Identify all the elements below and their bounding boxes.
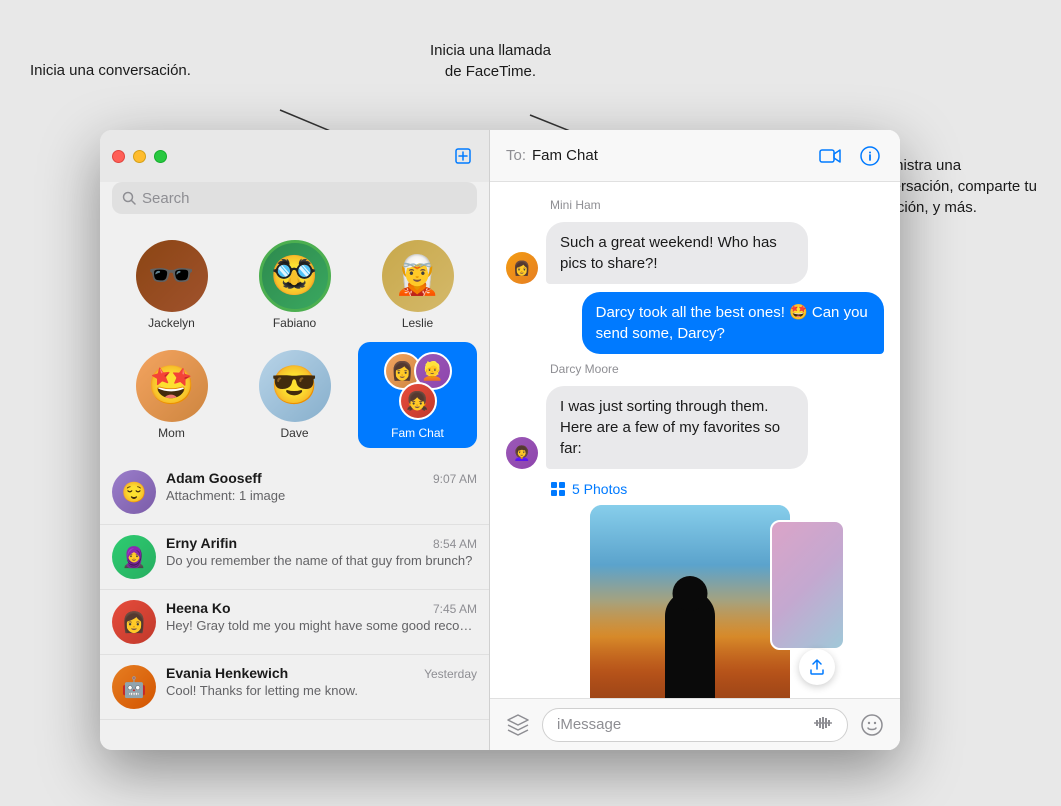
search-placeholder: Search: [142, 190, 190, 207]
avatar-evania: 🤖: [112, 665, 156, 709]
message-input[interactable]: iMessage: [542, 708, 848, 742]
contact-name-fabiano: Fabiano: [273, 316, 316, 330]
conv-preview-erny: Do you remember the name of that guy fro…: [166, 553, 477, 568]
maximize-button[interactable]: [154, 150, 167, 163]
message-bubble-2: Darcy took all the best ones! 🤩 Can you …: [582, 292, 884, 354]
message-row-3: 👩‍🦱 I was just sorting through them. Her…: [506, 386, 808, 469]
avatar-dave: 😎: [259, 350, 331, 422]
minimize-button[interactable]: [133, 150, 146, 163]
conv-time-heena: 7:45 AM: [433, 602, 477, 616]
conv-preview-evania: Cool! Thanks for letting me know.: [166, 683, 477, 698]
conv-time-evania: Yesterday: [424, 667, 477, 681]
avatar-adam: 😌: [112, 470, 156, 514]
conversation-item-adam[interactable]: 😌 Adam Gooseff 9:07 AM Attachment: 1 ima…: [100, 460, 489, 525]
sender-label-miniham: Mini Ham: [550, 198, 884, 212]
traffic-lights: [112, 150, 167, 163]
pinned-contact-mom[interactable]: 🤩 Mom: [112, 342, 231, 448]
msg-avatar-darcy: 👩‍🦱: [506, 437, 538, 469]
chat-to-section: To: Fam Chat: [506, 147, 598, 164]
apps-button[interactable]: [502, 709, 534, 741]
search-icon: [122, 191, 136, 205]
chat-conversation-name: Fam Chat: [532, 147, 598, 164]
message-row-2: Darcy took all the best ones! 🤩 Can you …: [582, 292, 884, 354]
share-button[interactable]: [799, 649, 835, 685]
conv-time-erny: 8:54 AM: [433, 537, 477, 551]
input-bar: iMessage: [490, 698, 900, 750]
conv-name-evania: Evania Henkewich: [166, 665, 288, 681]
sidebar: Search 🕶️ Jackelyn 🥸 Fabiano 🧝 Lesl: [100, 130, 490, 750]
photos-grid-icon: [550, 481, 566, 497]
facetime-button[interactable]: [816, 142, 844, 170]
conv-time-adam: 9:07 AM: [433, 472, 477, 486]
pinned-contact-famchat[interactable]: 👩 👱 👧 Fam Chat: [358, 342, 477, 448]
compose-button[interactable]: [449, 142, 477, 170]
avatar-erny: 🧕: [112, 535, 156, 579]
darcy-avatar-spacer: [550, 505, 582, 537]
avatar-fabiano: 🥸: [259, 240, 331, 312]
avatar-heena: 👩: [112, 600, 156, 644]
avatar-leslie: 🧝: [382, 240, 454, 312]
msg-avatar-miniham: 👩: [506, 252, 538, 284]
sender-label-darcy: Darcy Moore: [550, 362, 884, 376]
close-button[interactable]: [112, 150, 125, 163]
avatar-mom: 🤩: [136, 350, 208, 422]
app-window: Search 🕶️ Jackelyn 🥸 Fabiano 🧝 Lesl: [100, 130, 900, 750]
search-bar[interactable]: Search: [112, 182, 477, 214]
conv-preview-heena: Hey! Gray told me you might have some go…: [166, 618, 477, 633]
contact-name-famchat: Fam Chat: [391, 426, 444, 440]
emoji-button[interactable]: [856, 709, 888, 741]
photo-second[interactable]: [770, 520, 845, 650]
contact-name-mom: Mom: [158, 426, 185, 440]
contact-name-leslie: Leslie: [402, 316, 433, 330]
sidebar-titlebar: [100, 130, 489, 182]
pinned-contact-leslie[interactable]: 🧝 Leslie: [358, 232, 477, 338]
chat-area: To: Fam Chat: [490, 130, 900, 750]
photos-header: 5 Photos: [550, 481, 884, 497]
message-bubble-1: Such a great weekend! Who has pics to sh…: [546, 222, 808, 284]
pinned-contacts: 🕶️ Jackelyn 🥸 Fabiano 🧝 Leslie 🤩: [100, 224, 489, 460]
conv-name-erny: Erny Arifin: [166, 535, 237, 551]
photos-count-label: 5 Photos: [572, 481, 627, 497]
conv-name-heena: Heena Ko: [166, 600, 231, 616]
photo-main[interactable]: [590, 505, 790, 698]
conversation-item-heena[interactable]: 👩 Heena Ko 7:45 AM Hey! Gray told me you…: [100, 590, 489, 655]
chat-header: To: Fam Chat: [490, 130, 900, 182]
avatar-famchat: 👩 👱 👧: [382, 350, 454, 422]
chat-to-label: To:: [506, 147, 526, 164]
annotation-new-conversation: Inicia una conversación.: [30, 60, 191, 81]
contact-name-dave: Dave: [280, 426, 308, 440]
photo-stack: [590, 505, 790, 698]
input-placeholder: iMessage: [557, 716, 621, 733]
conv-preview-adam: Attachment: 1 image: [166, 488, 477, 503]
photo-grid: [550, 505, 884, 698]
annotation-facetime: Inicia una llamadade FaceTime.: [430, 40, 551, 82]
conversation-list: 😌 Adam Gooseff 9:07 AM Attachment: 1 ima…: [100, 460, 489, 750]
avatar-jackelyn: 🕶️: [136, 240, 208, 312]
messages-area: Mini Ham 👩 Such a great weekend! Who has…: [490, 182, 900, 698]
info-button[interactable]: [856, 142, 884, 170]
pinned-contact-dave[interactable]: 😎 Dave: [235, 342, 354, 448]
conversation-item-erny[interactable]: 🧕 Erny Arifin 8:54 AM Do you remember th…: [100, 525, 489, 590]
photos-attachment: 5 Photos: [506, 481, 884, 698]
conv-name-adam: Adam Gooseff: [166, 470, 262, 486]
audio-input-icon: [813, 714, 833, 735]
contact-name-jackelyn: Jackelyn: [148, 316, 195, 330]
conversation-item-evania[interactable]: 🤖 Evania Henkewich Yesterday Cool! Thank…: [100, 655, 489, 720]
message-bubble-3: I was just sorting through them. Here ar…: [546, 386, 808, 469]
pinned-contact-jackelyn[interactable]: 🕶️ Jackelyn: [112, 232, 231, 338]
pinned-contact-fabiano[interactable]: 🥸 Fabiano: [235, 232, 354, 338]
chat-header-actions: [816, 142, 884, 170]
message-row-1: 👩 Such a great weekend! Who has pics to …: [506, 222, 808, 284]
